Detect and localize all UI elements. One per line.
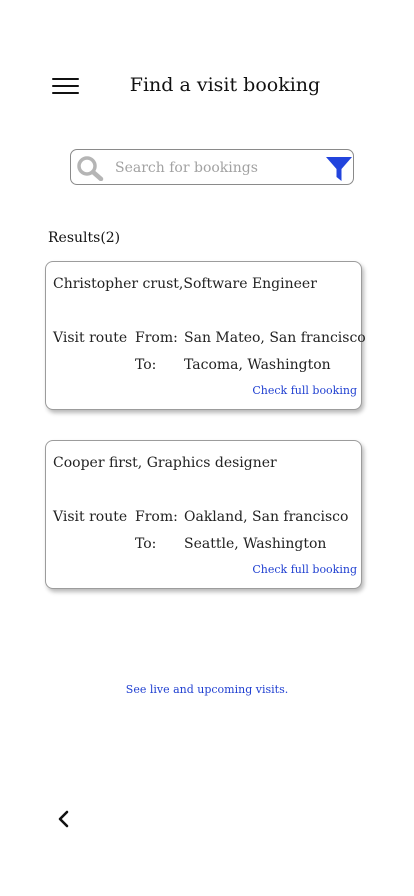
visit-route-label: Visit route xyxy=(53,509,128,525)
search-icon xyxy=(76,155,104,185)
from-label: From: xyxy=(135,509,178,525)
booking-card: Christopher crust,Software Engineer Visi… xyxy=(45,261,366,410)
to-label: To: xyxy=(135,536,157,552)
back-button[interactable] xyxy=(56,809,72,829)
search-bar xyxy=(70,149,354,185)
results-count: Results(2) xyxy=(48,230,121,246)
to-label: To: xyxy=(135,357,157,373)
check-full-booking-link[interactable]: Check full booking xyxy=(252,384,357,397)
booking-person: Cooper first, Graphics designer xyxy=(53,455,277,471)
chevron-left-icon xyxy=(58,810,69,828)
from-location: Oakland, San francisco xyxy=(184,509,349,525)
to-location: Seattle, Washington xyxy=(184,536,327,552)
visit-route-label: Visit route xyxy=(53,330,128,346)
to-location: Tacoma, Washington xyxy=(184,357,331,373)
search-input[interactable] xyxy=(115,156,315,180)
from-location: San Mateo, San francisco xyxy=(184,330,366,346)
from-label: From: xyxy=(135,330,178,346)
booking-card: Cooper first, Graphics designer Visit ro… xyxy=(45,440,362,589)
page-title: Find a visit booking xyxy=(129,74,321,96)
check-full-booking-link[interactable]: Check full booking xyxy=(252,563,357,576)
filter-icon[interactable] xyxy=(325,155,353,187)
booking-person: Christopher crust,Software Engineer xyxy=(53,276,317,292)
see-live-visits-link[interactable]: See live and upcoming visits. xyxy=(0,683,414,696)
